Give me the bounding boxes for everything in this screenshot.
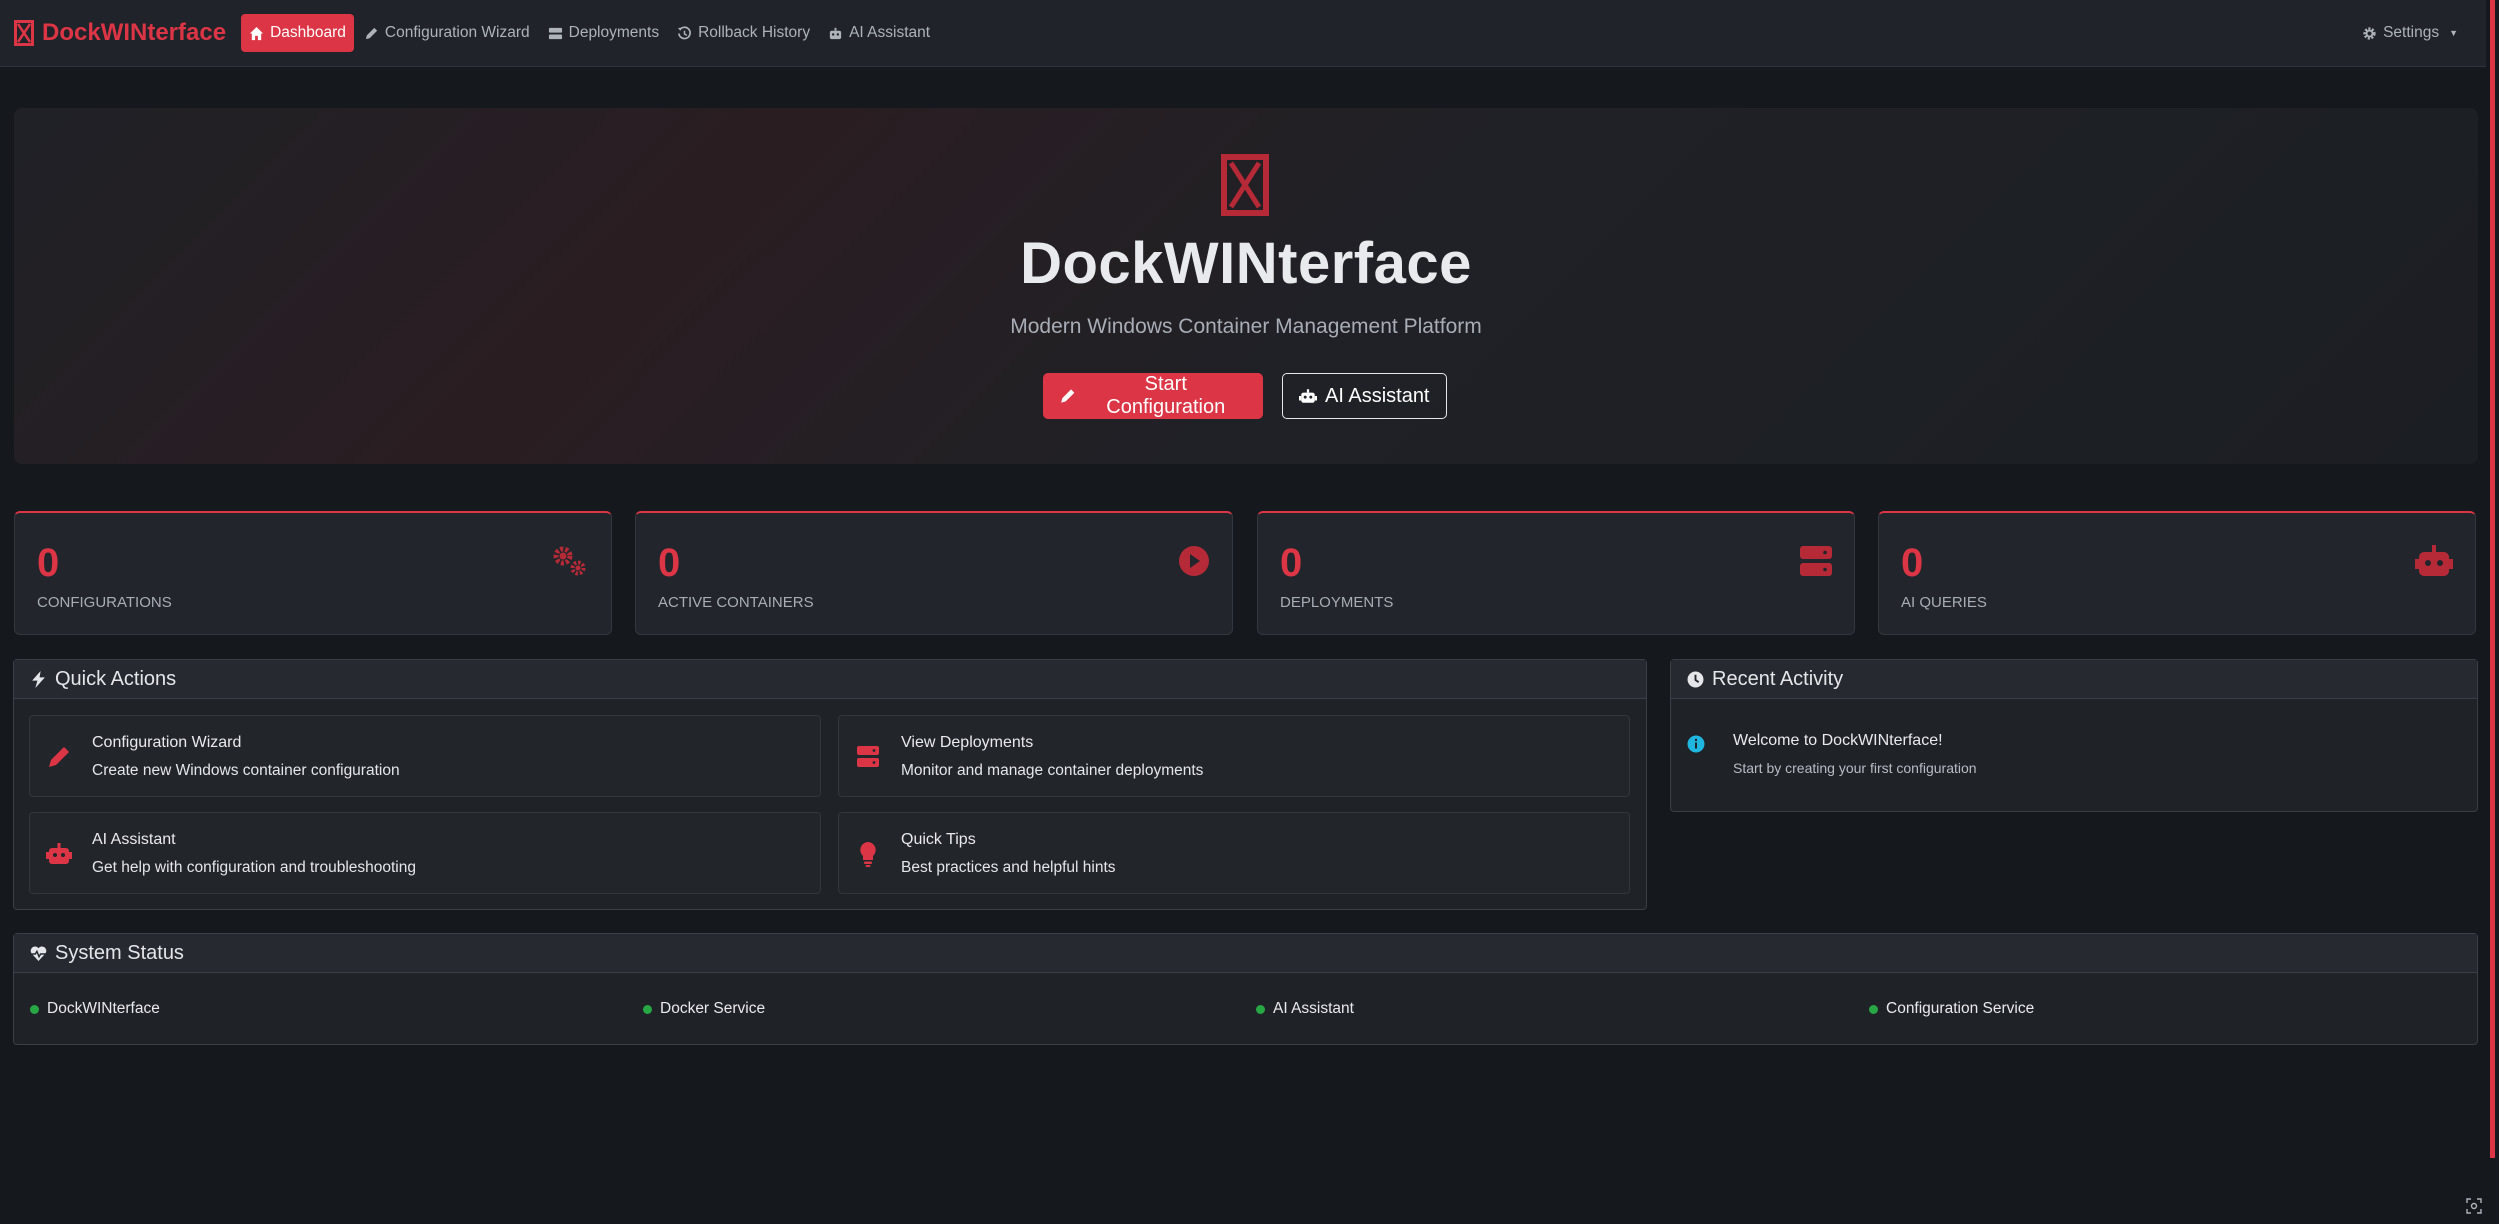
stat-card-active-containers: 0 ACTIVE CONTAINERS — [635, 511, 1233, 635]
nav-item-rollback-history[interactable]: Rollback History — [669, 14, 818, 52]
stat-value: 0 — [1901, 541, 1924, 585]
info-circle-icon — [1687, 735, 1705, 753]
button-label: AI Assistant — [1325, 384, 1430, 407]
nav-item-label: Rollback History — [698, 24, 811, 41]
nav-item-label: AI Assistant — [849, 24, 931, 41]
quick-action-description: Get help with configuration and troubles… — [92, 859, 416, 876]
nav-item-label: Configuration Wizard — [384, 24, 530, 41]
quick-action-quick-tips[interactable]: Quick Tips Best practices and helpful hi… — [838, 812, 1630, 894]
cogs-icon — [553, 546, 586, 576]
stat-card-deployments: 0 DEPLOYMENTS — [1257, 511, 1855, 635]
server-icon — [857, 746, 879, 767]
quick-actions-panel: Quick Actions Configuration Wizard Creat… — [13, 659, 1647, 910]
lightbulb-icon — [860, 842, 876, 867]
status-item-dockwinterface: DockWINterface — [30, 1000, 160, 1018]
status-dot-icon — [643, 1004, 652, 1014]
status-label: AI Assistant — [1273, 1000, 1354, 1017]
nav-menu: Dashboard Configuration Wizard Deploymen… — [241, 14, 938, 52]
status-dot-icon — [1256, 1004, 1265, 1014]
robot-icon — [46, 843, 72, 864]
panel-header: Recent Activity — [1671, 660, 2477, 699]
stat-label: ACTIVE CONTAINERS — [658, 594, 814, 611]
activity-description: Start by creating your first configurati… — [1733, 760, 1977, 776]
stat-value: 0 — [658, 541, 681, 585]
settings-dropdown[interactable]: Settings ▼ — [2362, 14, 2458, 52]
quick-action-configuration-wizard[interactable]: Configuration Wizard Create new Windows … — [29, 715, 821, 797]
play-circle-icon — [1179, 546, 1209, 576]
pencil-icon — [49, 747, 69, 767]
panel-header: Quick Actions — [14, 660, 1646, 699]
status-dot-icon — [1869, 1004, 1878, 1014]
status-label: DockWINterface — [47, 1000, 160, 1017]
page-title: DockWINterface — [1020, 231, 1472, 296]
robot-icon — [1299, 389, 1317, 403]
screenshot-capture-icon[interactable] — [2466, 1198, 2482, 1214]
windows-logo-icon — [14, 20, 34, 46]
stat-label: AI QUERIES — [1901, 594, 1987, 611]
robot-icon — [829, 27, 842, 39]
panel-header: System Status — [14, 934, 2477, 973]
stat-card-configurations: 0 CONFIGURATIONS — [14, 511, 612, 635]
status-item-ai-assistant: AI Assistant — [1256, 1000, 1354, 1018]
recent-activity-panel: Recent Activity Welcome to DockWINterfac… — [1670, 659, 2478, 812]
quick-action-title: Configuration Wizard — [92, 734, 242, 751]
nav-item-deployments[interactable]: Deployments — [540, 14, 667, 52]
start-configuration-button[interactable]: Start Configuration — [1043, 373, 1263, 419]
pencil-icon — [1061, 389, 1075, 403]
panel-title: System Status — [55, 941, 184, 964]
robot-icon — [2415, 545, 2453, 576]
system-status-panel: System Status — [13, 933, 2478, 1045]
nav-item-label: Deployments — [568, 24, 660, 41]
quick-action-title: View Deployments — [901, 734, 1034, 751]
windows-logo-icon — [1221, 154, 1269, 216]
nav-item-label: Dashboard — [270, 24, 346, 41]
stat-label: DEPLOYMENTS — [1280, 594, 1394, 611]
history-icon — [678, 25, 691, 39]
clock-icon — [1687, 671, 1704, 687]
quick-action-description: Best practices and helpful hints — [901, 859, 1116, 876]
server-icon — [548, 27, 562, 39]
panel-title: Quick Actions — [55, 667, 177, 690]
stat-label: CONFIGURATIONS — [37, 594, 172, 611]
status-label: Docker Service — [660, 1000, 766, 1017]
button-label: Start Configuration — [1106, 373, 1226, 418]
status-dot-icon — [30, 1004, 39, 1014]
caret-down-icon: ▼ — [2449, 28, 2458, 38]
quick-action-description: Monitor and manage container deployments — [901, 762, 1204, 779]
brand-link[interactable]: DockWINterface — [14, 19, 226, 47]
nav-item-configuration-wizard[interactable]: Configuration Wizard — [356, 14, 538, 52]
stat-card-ai-queries: 0 AI QUERIES — [1878, 511, 2476, 635]
page-subtitle: Modern Windows Container Management Plat… — [1010, 315, 1482, 338]
quick-action-ai-assistant[interactable]: AI Assistant Get help with configuration… — [29, 812, 821, 894]
status-item-configuration-service: Configuration Service — [1869, 1000, 2034, 1018]
status-label: Configuration Service — [1886, 1000, 2035, 1017]
ai-assistant-button[interactable]: AI Assistant — [1282, 373, 1447, 419]
stat-value: 0 — [1280, 541, 1303, 585]
brand-name: DockWINterface — [42, 19, 227, 46]
top-navbar: DockWINterface Dashboard Configuration W… — [0, 0, 2486, 67]
nav-item-ai-assistant[interactable]: AI Assistant — [820, 14, 938, 52]
quick-action-title: Quick Tips — [901, 831, 976, 848]
quick-action-view-deployments[interactable]: View Deployments Monitor and manage cont… — [838, 715, 1630, 797]
status-item-docker-service: Docker Service — [643, 1000, 765, 1018]
pencil-icon — [365, 27, 378, 39]
quick-action-description: Create new Windows container configurati… — [92, 762, 400, 779]
scrollbar[interactable] — [2486, 0, 2499, 1158]
settings-label: Settings — [2383, 24, 2440, 41]
stat-value: 0 — [37, 541, 60, 585]
gear-icon — [2363, 26, 2376, 40]
activity-title: Welcome to DockWINterface! — [1733, 732, 1943, 749]
heartbeat-icon — [30, 945, 47, 961]
quick-action-title: AI Assistant — [92, 831, 176, 848]
server-icon — [1800, 546, 1832, 576]
bolt-icon — [32, 670, 45, 688]
nav-item-dashboard[interactable]: Dashboard — [241, 14, 354, 52]
panel-title: Recent Activity — [1712, 667, 1844, 690]
hero-section: DockWINterface Modern Windows Container … — [14, 108, 2478, 464]
home-icon — [250, 26, 264, 40]
